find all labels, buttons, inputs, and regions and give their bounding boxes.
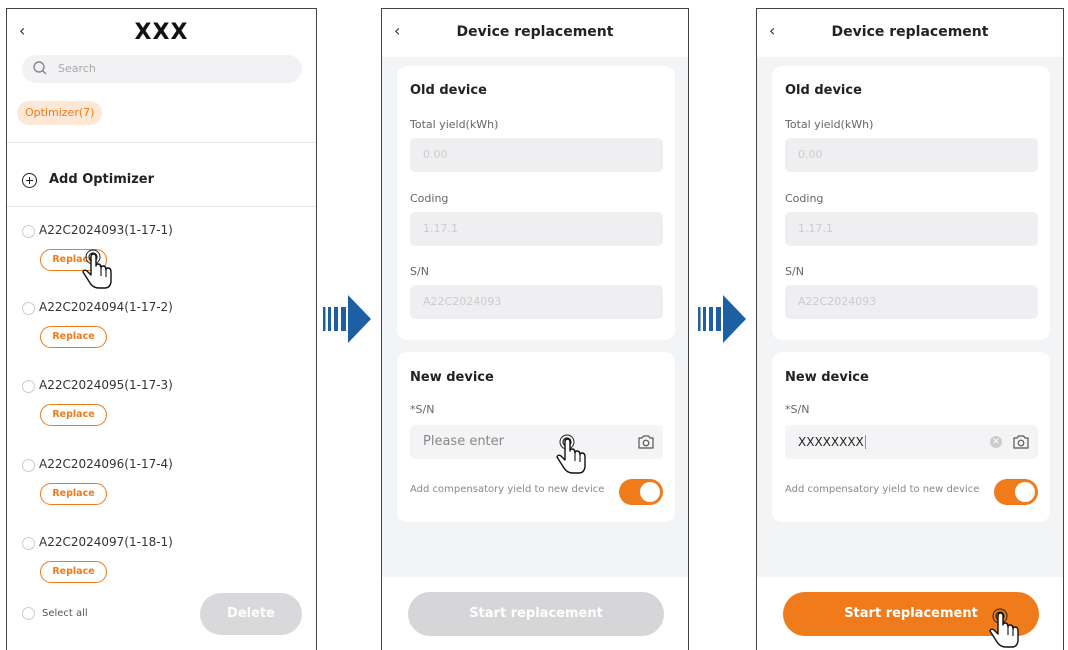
item-checkbox[interactable] — [22, 380, 35, 393]
new-sn-input[interactable]: Please enter — [410, 425, 663, 459]
sn-field: A22C2024093 — [410, 285, 663, 319]
total-yield-label: Total yield(kWh) — [785, 118, 874, 131]
optimizer-name: A22C2024094(1-17-2) — [39, 300, 173, 314]
clear-icon[interactable]: ✕ — [990, 436, 1002, 448]
replace-button[interactable]: Replace — [40, 404, 107, 426]
start-replacement-button[interactable]: Start replacement — [408, 592, 664, 636]
new-sn-value: XXXXXXXX — [798, 435, 866, 449]
old-device-title: Old device — [785, 83, 862, 98]
old-device-card: Old device Total yield(kWh) 0.00 Coding … — [772, 66, 1050, 340]
toggle-knob — [640, 482, 660, 502]
compensatory-yield-toggle[interactable] — [994, 479, 1038, 505]
sn-value: A22C2024093 — [798, 295, 877, 308]
replace-button[interactable]: Replace — [40, 483, 107, 505]
replace-button[interactable]: Replace — [40, 561, 107, 583]
camera-icon[interactable] — [1012, 434, 1030, 450]
new-sn-input[interactable]: XXXXXXXX ✕ — [785, 425, 1038, 459]
total-yield-field: 0.00 — [410, 138, 663, 172]
compensatory-yield-label: Add compensatory yield to new device — [410, 484, 605, 495]
item-checkbox[interactable] — [22, 225, 35, 238]
optimizer-name: A22C2024095(1-17-3) — [39, 378, 173, 392]
divider — [7, 206, 316, 207]
search-input[interactable]: Search — [22, 55, 302, 83]
list-item: A22C2024095(1-17-3) Replace — [7, 377, 316, 455]
device-replacement-screen: ‹ Device replacement Old device Total yi… — [381, 8, 689, 650]
new-device-card: New device *S/N Please enter Add compens… — [397, 352, 675, 522]
new-sn-label: *S/N — [410, 403, 435, 416]
page-title: Device replacement — [456, 24, 614, 40]
search-placeholder: Search — [58, 62, 96, 75]
sn-value: A22C2024093 — [423, 295, 502, 308]
replace-button[interactable]: Replace — [40, 326, 107, 348]
device-replacement-screen-filled: ‹ Device replacement Old device Total yi… — [756, 8, 1064, 650]
item-checkbox[interactable] — [22, 537, 35, 550]
coding-field: 1.17.1 — [410, 212, 663, 246]
new-device-title: New device — [785, 370, 869, 385]
total-yield-value: 0.00 — [798, 148, 823, 161]
optimizer-list-screen: ‹ XXX Search Optimizer(7) Add Optimizer … — [6, 8, 317, 650]
page-title: XXX — [134, 20, 189, 45]
optimizer-name: A22C2024096(1-17-4) — [39, 457, 173, 471]
header: ‹ Device replacement — [382, 9, 688, 57]
new-sn-label: *S/N — [785, 403, 810, 416]
optimizer-name: A22C2024097(1-18-1) — [39, 535, 173, 549]
coding-value: 1.17.1 — [423, 222, 458, 235]
new-device-title: New device — [410, 370, 494, 385]
item-checkbox[interactable] — [22, 459, 35, 472]
new-sn-text: XXXXXXXX — [798, 435, 864, 449]
divider — [7, 142, 316, 143]
total-yield-label: Total yield(kWh) — [410, 118, 499, 131]
page-title: Device replacement — [831, 24, 989, 40]
list-item: A22C2024093(1-17-1) Replace — [7, 222, 316, 300]
item-checkbox[interactable] — [22, 302, 35, 315]
text-caret — [864, 435, 866, 449]
flow-arrow-icon — [323, 295, 371, 343]
select-all-label: Select all — [42, 608, 88, 619]
flow-arrow-icon — [698, 295, 746, 343]
hand-pointer-icon — [989, 608, 1019, 648]
total-yield-field: 0.00 — [785, 138, 1038, 172]
new-device-card: New device *S/N XXXXXXXX ✕ Add compensat… — [772, 352, 1050, 522]
coding-label: Coding — [785, 192, 824, 205]
hand-pointer-icon — [82, 249, 112, 289]
tab-optimizer[interactable]: Optimizer(7) — [17, 101, 103, 125]
list-item: A22C2024096(1-17-4) Replace — [7, 456, 316, 534]
new-sn-placeholder: Please enter — [423, 434, 504, 449]
plus-circle-icon — [22, 173, 37, 188]
header: ‹ XXX — [7, 9, 316, 57]
camera-icon[interactable] — [637, 434, 655, 450]
select-all-checkbox[interactable] — [22, 607, 35, 620]
sn-field: A22C2024093 — [785, 285, 1038, 319]
old-device-title: Old device — [410, 83, 487, 98]
compensatory-yield-label: Add compensatory yield to new device — [785, 484, 980, 495]
header: ‹ Device replacement — [757, 9, 1063, 57]
search-icon — [33, 61, 47, 75]
coding-field: 1.17.1 — [785, 212, 1038, 246]
total-yield-value: 0.00 — [423, 148, 448, 161]
sn-label: S/N — [785, 265, 804, 278]
toggle-knob — [1015, 482, 1035, 502]
coding-value: 1.17.1 — [798, 222, 833, 235]
old-device-card: Old device Total yield(kWh) 0.00 Coding … — [397, 66, 675, 340]
list-item: A22C2024094(1-17-2) Replace — [7, 299, 316, 377]
hand-pointer-icon — [556, 434, 586, 474]
add-optimizer-label: Add Optimizer — [49, 172, 155, 187]
delete-button[interactable]: Delete — [200, 593, 302, 635]
compensatory-yield-toggle[interactable] — [619, 479, 663, 505]
coding-label: Coding — [410, 192, 449, 205]
sn-label: S/N — [410, 265, 429, 278]
optimizer-name: A22C2024093(1-17-1) — [39, 223, 173, 237]
